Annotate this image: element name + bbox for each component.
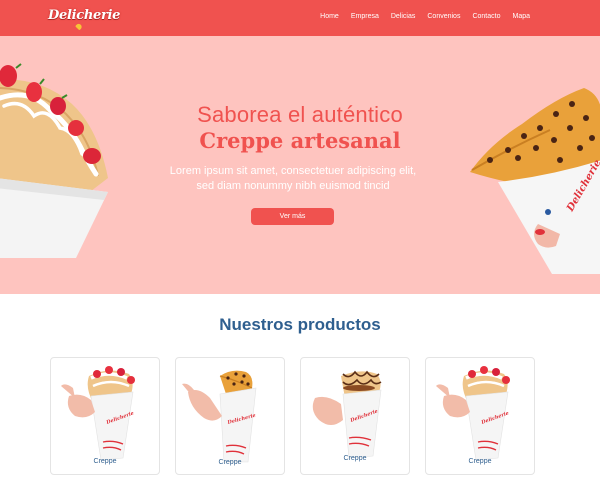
main-nav: Home Empresa Delicias Convenios Contacto… xyxy=(308,13,530,20)
hero-headline: Saborea el auténtico xyxy=(197,102,403,127)
hero-description-line-1: Lorem ipsum sit amet, consectetuer adipi… xyxy=(169,165,417,177)
nav-link-contacto[interactable]: Contacto xyxy=(472,13,500,20)
nav-link-empresa[interactable]: Empresa xyxy=(351,13,379,20)
product-image-chocolate-chip-crepe: Delicherie xyxy=(182,370,256,463)
product-card-label: Creppe xyxy=(93,458,117,465)
nav-link-convenios[interactable]: Convenios xyxy=(427,13,460,20)
nav-link-delicias[interactable]: Delicias xyxy=(391,13,416,20)
hero-subheadline: Creppe artesanal xyxy=(199,128,401,153)
navbar: Delicherie Home Empresa Delicias Conveni… xyxy=(0,0,600,36)
brand-logo[interactable]: Delicherie xyxy=(48,6,121,31)
heart-icon xyxy=(75,22,83,31)
product-card-label: Creppe xyxy=(343,455,367,462)
product-card-label: Creppe xyxy=(218,459,242,466)
product-card[interactable]: Delicherie Creppe xyxy=(50,357,160,475)
hero-description: Lorem ipsum sit amet, consectetuer adipi… xyxy=(0,164,586,194)
brand-logo-text: Delicherie xyxy=(48,8,121,23)
nav-link-mapa[interactable]: Mapa xyxy=(512,13,530,20)
hero-description-line-2: sed diam nonummy nibh euismod tincid xyxy=(196,180,390,192)
hero-crepe-strawberry-image xyxy=(0,63,108,258)
products-section-title: Nuestros productos xyxy=(219,315,381,334)
hero-banner: Delicherie Saborea el auténtico Creppe a… xyxy=(0,36,600,294)
product-card[interactable]: Delicherie Creppe xyxy=(300,357,410,475)
ver-mas-button[interactable]: Ver más xyxy=(251,208,334,225)
nav-link-home[interactable]: Home xyxy=(320,13,339,20)
product-card[interactable]: Delicherie Creppe xyxy=(175,357,285,475)
product-card-label: Creppe xyxy=(468,458,492,465)
product-card[interactable]: Delicherie Creppe xyxy=(425,357,535,475)
